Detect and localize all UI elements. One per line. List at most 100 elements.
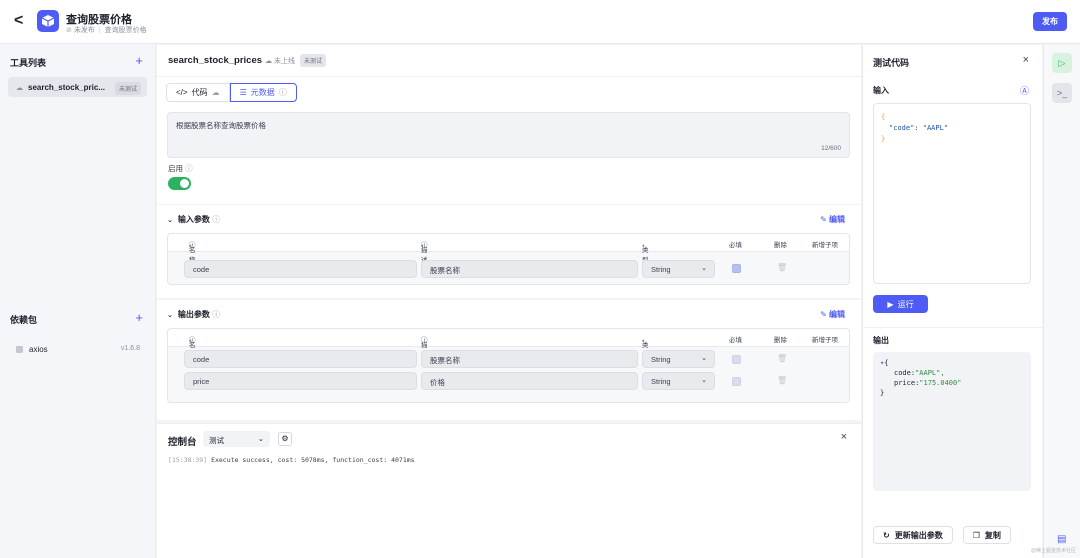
tab-code[interactable]: </> 代码 ☁ [166, 83, 230, 102]
edit-input-params-button[interactable]: ✎ 编辑 [820, 214, 845, 225]
refresh-icon: ↻ [883, 530, 890, 540]
chevron-down-icon: ⌄ [167, 217, 173, 224]
test-input-editor[interactable]: { "code": "AAPL" } [873, 103, 1031, 284]
required-checkbox[interactable] [732, 377, 741, 386]
test-output-viewer: ▾{ code:"AAPL", price:"175.0400" } [873, 352, 1031, 491]
output-params-table: 名称* ⓘ 描述 ⓘ 类型* 必填 删除 新增子项 code 股票名称 Stri… [167, 328, 850, 403]
ai-generate-icon[interactable]: Ⓐ [1020, 84, 1029, 97]
input-params-title[interactable]: ⌄ 输入参数 ⓘ [167, 214, 220, 225]
top-bar: < 查询股票价格 ⊘ 未发布 | 查询股票价格 发布 [0, 0, 1080, 44]
input-params-table: 名称* ⓘ 描述* ⓘ 类型* 必填 删除 新增子项 code 股票名称 Str… [167, 233, 850, 285]
copy-icon: ❐ [972, 530, 980, 540]
add-tool-button[interactable]: + [135, 53, 143, 68]
table-header: 名称* ⓘ 描述* ⓘ 类型* 必填 删除 新增子项 [168, 234, 849, 264]
input-params-section: ⌄输入参数 ⓘ ✎ 编辑 名称* ⓘ 描述* ⓘ 类型* 必填 删除 新增子项 … [157, 205, 861, 298]
col-name: 名称* ⓘ [189, 242, 196, 264]
col-desc: 描述* ⓘ [421, 242, 428, 264]
cloud-icon: ☁ [211, 88, 220, 97]
col-delete: 删除 [774, 242, 787, 249]
col-add-child: 新增子项 [812, 337, 838, 344]
cloud-icon: ☁ [16, 85, 23, 92]
param-desc-input[interactable]: 股票名称 [421, 260, 638, 278]
edit-output-params-button[interactable]: ✎ 编辑 [820, 309, 845, 320]
output-params-section: ⌄输出参数 ⓘ ✎ 编辑 名称* ⓘ 描述 ⓘ 类型* 必填 删除 新增子项 c… [157, 300, 861, 420]
cloud-icon: ☁ [265, 58, 274, 65]
close-console-button[interactable]: × [841, 431, 847, 443]
description-text: 根据股票名称查询股票价格 [176, 121, 266, 130]
output-params-title[interactable]: ⌄ 输出参数 ⓘ [167, 309, 220, 320]
required-checkbox[interactable] [732, 355, 741, 364]
add-dependency-button[interactable]: + [135, 310, 143, 325]
param-name-input[interactable]: price [184, 372, 417, 390]
test-panel-title: 测试代码 [873, 58, 910, 68]
col-delete: 删除 [774, 337, 787, 344]
edit-icon: ✎ [820, 215, 829, 224]
trash-icon[interactable]: 🗑 [777, 263, 787, 272]
tool-title: search_stock_prices [168, 55, 263, 66]
editor-tabs: </> 代码 ☁ ☰ 元数据 ⓘ [166, 83, 297, 102]
back-button[interactable]: < [14, 12, 23, 30]
info-icon: ⓘ [278, 88, 287, 97]
info-icon: ⓘ [185, 164, 193, 173]
robot-icon[interactable]: ⚙ [278, 432, 292, 446]
package-icon [16, 346, 23, 353]
param-type-select[interactable]: String ⌄ [642, 260, 715, 278]
chevron-down-icon: ⌄ [701, 355, 707, 362]
param-desc-input[interactable]: 价格 [421, 372, 638, 390]
upload-status: ☁ 未上线 [265, 58, 295, 65]
table-row: code 股票名称 String ⌄ 🗑 [168, 347, 849, 369]
param-desc-input[interactable]: 股票名称 [421, 350, 638, 368]
param-name-input[interactable]: code [184, 350, 417, 368]
publish-status: 未发布 [73, 27, 95, 34]
editor-header: search_stock_prices ☁ 未上线 未测试 [157, 45, 861, 77]
tool-item-search-stock-prices[interactable]: ☁ search_stock_pric... 未测试 [8, 77, 147, 97]
enable-toggle[interactable] [168, 177, 191, 190]
tools-panel-title: 工具列表 [10, 58, 47, 68]
info-icon: ⓘ [212, 310, 221, 319]
trash-icon[interactable]: 🗑 [777, 354, 787, 363]
chevron-down-icon: ⌄ [167, 312, 173, 319]
console-mode-select[interactable]: 测试 ⌄ [203, 431, 270, 447]
trash-icon[interactable]: 🗑 [777, 376, 787, 385]
run-panel-icon[interactable]: ▷ [1052, 53, 1072, 73]
code-icon: </> [176, 88, 188, 97]
table-header: 名称* ⓘ 描述 ⓘ 类型* 必填 删除 新增子项 [168, 329, 849, 359]
col-required: 必填 [729, 337, 742, 344]
console-log-line: [15:38:39] Execute success, cost: 5078ms… [168, 456, 415, 464]
metadata-area: </> 代码 ☁ ☰ 元数据 ⓘ 根据股票名称查询股票价格 12/600 启用 … [157, 77, 861, 204]
description-textarea[interactable]: 根据股票名称查询股票价格 12/600 [167, 112, 850, 158]
deps-panel-title: 依赖包 [10, 315, 38, 325]
run-button[interactable]: ▶ 运行 [873, 295, 928, 313]
divider [863, 327, 1043, 328]
output-label: 输出 [873, 336, 889, 345]
col-name: 名称* ⓘ [189, 337, 196, 359]
copy-button[interactable]: ❐ 复制 [962, 526, 1011, 544]
chevron-down-icon: ⌄ [257, 434, 264, 443]
table-row: price 价格 String ⌄ 🗑 [168, 369, 849, 391]
terminal-icon[interactable]: >_ [1052, 83, 1072, 103]
param-type-select[interactable]: String ⌄ [642, 372, 715, 390]
test-status-badge: 未测试 [300, 54, 327, 67]
edit-icon: ✎ [820, 310, 829, 319]
app-description: 查询股票价格 [104, 27, 147, 34]
sliders-icon: ☰ [239, 88, 247, 97]
update-output-params-button[interactable]: ↻ 更新输出参数 [873, 526, 953, 544]
left-sidebar: 工具列表 + ☁ search_stock_pric... 未测试 依赖包 + … [0, 45, 156, 558]
document-icon[interactable]: ▤ [1057, 534, 1066, 545]
col-add-child: 新增子项 [812, 242, 838, 249]
table-row: code 股票名称 String ⌄ 🗑 [168, 252, 849, 284]
status-dot-icon: ⊘ [66, 27, 72, 34]
dependency-name: axios [29, 345, 48, 354]
param-name-input[interactable]: code [184, 260, 417, 278]
right-rail: ▷ >_ ▤ [1043, 45, 1080, 558]
col-desc: 描述 ⓘ [421, 337, 428, 359]
chevron-down-icon: ⌄ [701, 265, 707, 272]
tab-metadata[interactable]: ☰ 元数据 ⓘ [229, 83, 297, 102]
publish-button[interactable]: 发布 [1033, 12, 1067, 31]
close-test-panel-button[interactable]: × [1023, 54, 1029, 66]
required-checkbox[interactable] [732, 264, 741, 273]
dependency-version: v1.6.8 [120, 345, 140, 352]
tool-item-label: search_stock_pric... [28, 83, 105, 92]
param-type-select[interactable]: String ⌄ [642, 350, 715, 368]
app-subtitle: ⊘ 未发布 | 查询股票价格 [66, 27, 147, 34]
